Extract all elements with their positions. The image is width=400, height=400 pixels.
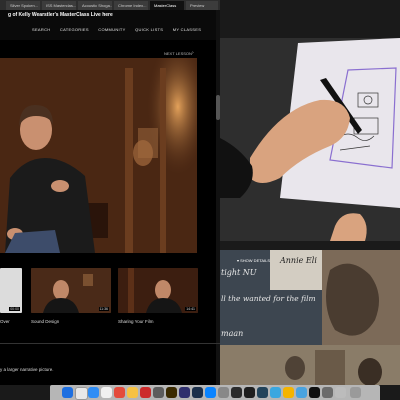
tab-bar: Silver Spoken... ISS Masterclas... Acous… bbox=[0, 0, 220, 10]
tab-6[interactable]: Preview bbox=[186, 1, 218, 10]
thumbnail-duration: 11:36 bbox=[98, 307, 109, 311]
app-icon-gray[interactable] bbox=[153, 387, 164, 398]
handwritten-line-1: tight NU bbox=[221, 268, 257, 277]
app-store-icon[interactable] bbox=[205, 387, 216, 398]
illustrator-icon[interactable] bbox=[166, 387, 177, 398]
thumbnail-duration: 00:00 bbox=[9, 307, 20, 311]
next-lesson-link[interactable]: NEXT LESSON bbox=[164, 51, 192, 56]
show-details-label: SHOW DETAILS bbox=[240, 258, 271, 263]
tab-1[interactable]: Silver Spoken... bbox=[6, 1, 40, 10]
terminal-icon[interactable] bbox=[231, 387, 242, 398]
tab-masterclass[interactable]: MasterClass bbox=[150, 1, 184, 10]
nav-my-classes[interactable]: MY CLASSES bbox=[173, 27, 202, 32]
main-nav: SEARCH CATEGORIES COMMUNITY QUICK LISTS … bbox=[32, 27, 209, 32]
finder-icon[interactable] bbox=[62, 387, 73, 398]
thumbnail-caption-2[interactable]: Sound Design bbox=[31, 319, 59, 324]
instructor-video-frame bbox=[0, 58, 197, 253]
thumbnail-caption-1[interactable]: Over bbox=[0, 319, 10, 324]
thumbnail-caption-3[interactable]: Sharing Your Film bbox=[118, 319, 154, 324]
calendar-icon[interactable] bbox=[114, 387, 125, 398]
notes-icon[interactable] bbox=[127, 387, 138, 398]
premiere-icon[interactable] bbox=[179, 387, 190, 398]
live-banner[interactable]: g of Kelly Wearstler's MasterClass Live … bbox=[8, 12, 113, 18]
lesson-thumbnail-1[interactable]: 00:00 bbox=[0, 268, 22, 313]
app-icon-gray2[interactable] bbox=[322, 387, 333, 398]
nav-categories[interactable]: CATEGORIES bbox=[60, 27, 89, 32]
app-icon-blue[interactable] bbox=[270, 387, 281, 398]
downloads-icon[interactable] bbox=[335, 387, 346, 398]
video-player[interactable] bbox=[0, 58, 197, 253]
lightroom-icon[interactable] bbox=[257, 387, 268, 398]
app-icon-black[interactable] bbox=[309, 387, 320, 398]
app-icon-lightblue[interactable] bbox=[296, 387, 307, 398]
drawing-video-panel[interactable] bbox=[220, 38, 400, 241]
nav-community[interactable]: COMMUNITY bbox=[98, 27, 125, 32]
mail-icon[interactable] bbox=[101, 387, 112, 398]
handwritten-line-3: maan bbox=[221, 329, 244, 338]
thumbnail-duration: 14:41 bbox=[185, 307, 196, 311]
show-details-button[interactable]: ▾ SHOW DETAILS bbox=[237, 258, 270, 263]
chrome-icon[interactable] bbox=[283, 387, 294, 398]
app-icon-dark[interactable] bbox=[244, 387, 255, 398]
tab-4[interactable]: Chrome Index... bbox=[114, 1, 148, 10]
tab-3[interactable]: Acoustic Shoga... bbox=[78, 1, 112, 10]
divider bbox=[0, 343, 220, 344]
lesson-thumbnail-3[interactable]: 14:41 bbox=[118, 268, 198, 313]
safari-icon[interactable] bbox=[88, 387, 99, 398]
launchpad-icon[interactable] bbox=[75, 387, 88, 400]
nav-quick-lists[interactable]: QUICK LISTS bbox=[135, 27, 163, 32]
chevron-right-icon[interactable]: › bbox=[192, 50, 194, 56]
handwritten-line-2: ll the wanted for the film bbox=[221, 294, 316, 303]
tab-2[interactable]: ISS Masterclas... bbox=[42, 1, 76, 10]
storyboard-drawing-image bbox=[220, 38, 400, 241]
lesson-description: y a larger narrative picture. bbox=[0, 367, 54, 372]
lesson-thumbnail-2[interactable]: 11:36 bbox=[31, 268, 111, 313]
system-preferences-icon[interactable] bbox=[218, 387, 229, 398]
nav-search[interactable]: SEARCH bbox=[32, 27, 50, 32]
photobooth-icon[interactable] bbox=[140, 387, 151, 398]
photoshop-icon[interactable] bbox=[192, 387, 203, 398]
handwritten-name: Annie Eli bbox=[280, 256, 317, 265]
trash-icon[interactable] bbox=[350, 387, 361, 398]
